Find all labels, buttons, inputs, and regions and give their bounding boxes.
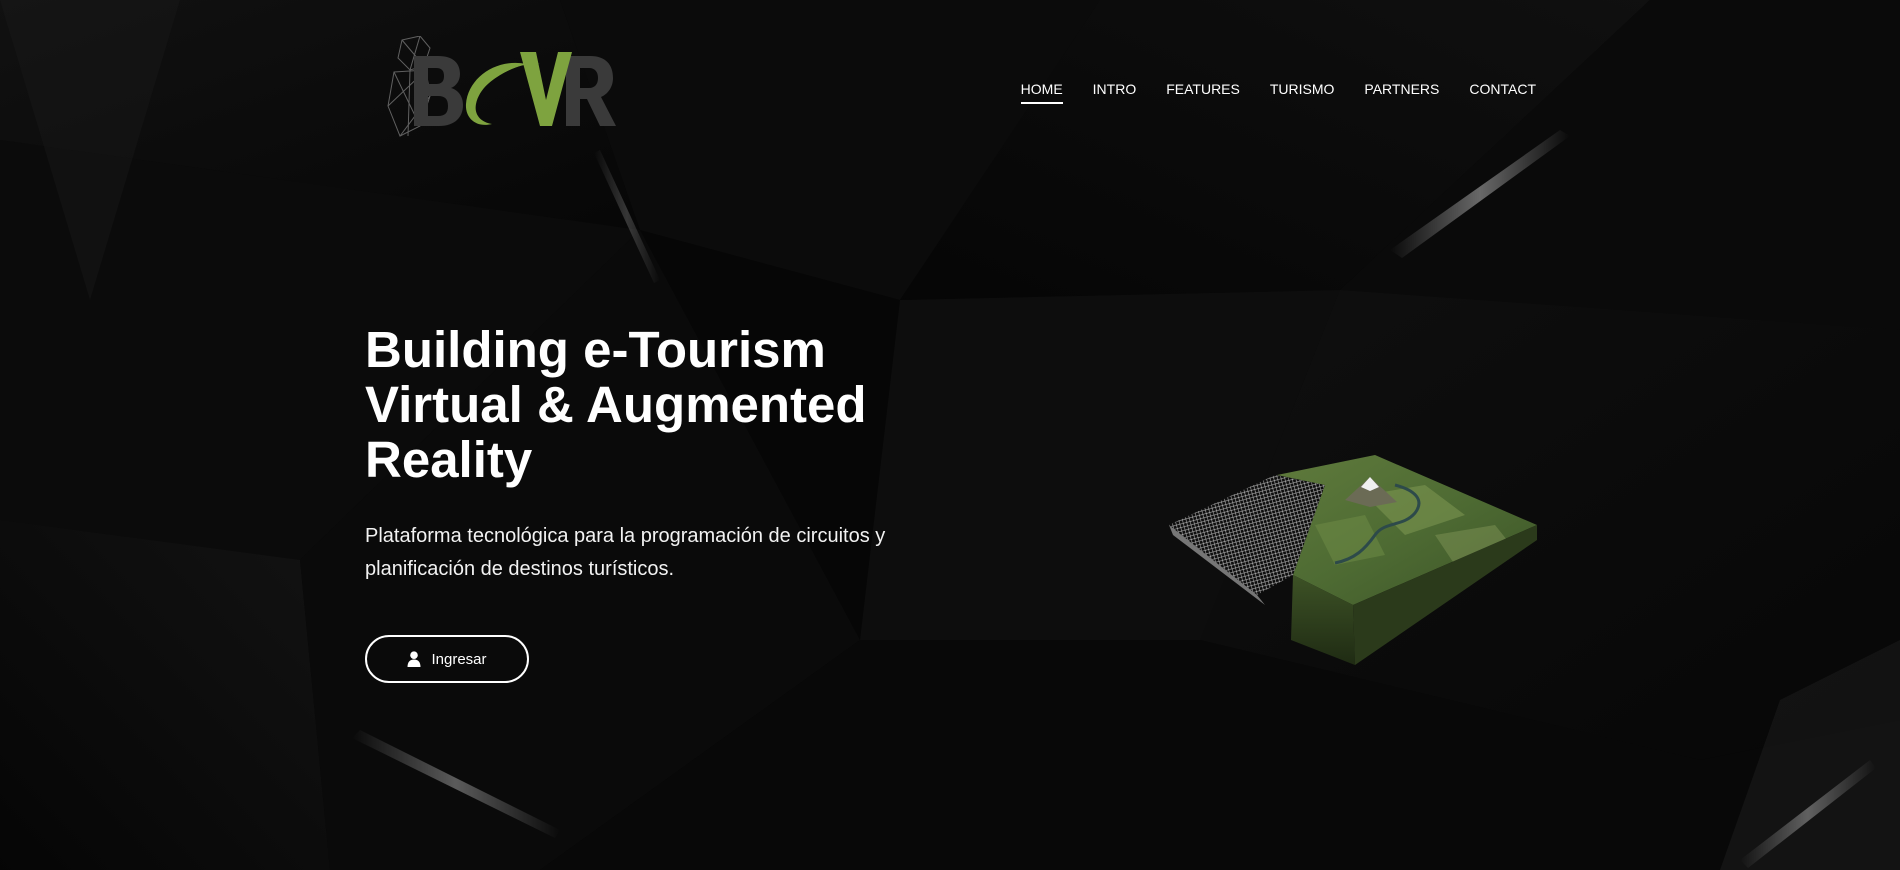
landing-page: HOME INTRO FEATURES TURISMO PARTNERS CON…: [0, 0, 1900, 870]
nav-item-turismo[interactable]: TURISMO: [1270, 80, 1335, 104]
nav-item-contact[interactable]: CONTACT: [1469, 80, 1536, 104]
login-button-label: Ingresar: [431, 650, 487, 668]
user-icon: [407, 651, 421, 667]
hero-title-line-2: Virtual & Augmented: [365, 376, 867, 433]
terrain-3d-map-illustration: [1169, 455, 1537, 665]
brand-logo[interactable]: [380, 36, 620, 142]
hero-title: Building e-Tourism Virtual & Augmented R…: [365, 322, 965, 487]
main-nav: HOME INTRO FEATURES TURISMO PARTNERS CON…: [1020, 80, 1536, 104]
hero-title-line-1: Building e-Tourism: [365, 321, 826, 378]
login-button[interactable]: Ingresar: [365, 635, 529, 683]
nav-item-partners[interactable]: PARTNERS: [1364, 80, 1439, 104]
nav-item-home[interactable]: HOME: [1020, 80, 1063, 104]
nav-item-intro[interactable]: INTRO: [1093, 80, 1137, 104]
nav-item-features[interactable]: FEATURES: [1166, 80, 1240, 104]
hero-title-line-3: Reality: [365, 431, 533, 488]
hero-subtitle: Plataforma tecnológica para la programac…: [365, 525, 886, 580]
